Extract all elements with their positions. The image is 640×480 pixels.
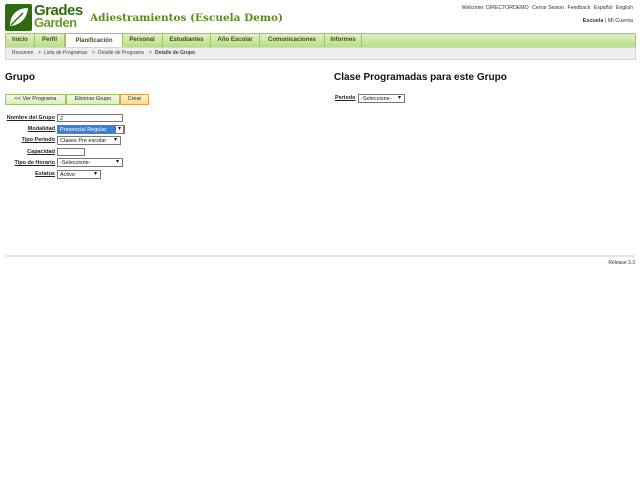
modalidad-select[interactable]: Presencial Regular ▾	[57, 125, 125, 134]
periodo-label: Periodo	[335, 95, 356, 101]
periodo-value: -Seleccione-	[361, 96, 392, 102]
logo-text-bottom: Garden	[34, 15, 77, 30]
chevron-down-icon: ▾	[92, 171, 99, 178]
logout-link[interactable]: Cerrar Sesion	[532, 5, 564, 11]
chevron-down-icon: ▾	[114, 159, 121, 166]
main-nav: Inicio Perfil Planificación Personal Est…	[5, 33, 636, 49]
classes-title: Clase Programadas para este Grupo	[334, 72, 507, 83]
tipo-periodo-label: Tipo Periodo	[21, 137, 55, 143]
back-to-program-button[interactable]: << Ver Programa	[5, 94, 66, 105]
chevron-down-icon: ▾	[396, 95, 403, 102]
grades-garden-logo[interactable]: Grades Garden	[5, 3, 83, 31]
footer-divider	[5, 255, 635, 257]
english-link[interactable]: English	[616, 5, 633, 11]
school-links: Escuela | Mi Cuenta	[583, 18, 633, 24]
tipo-periodo-value: Clases Pre escolar	[60, 138, 107, 144]
delete-group-button[interactable]: Eliminar Grupo	[66, 94, 120, 105]
feedback-link[interactable]: Feedback	[568, 5, 591, 11]
tab-personal[interactable]: Personal	[122, 34, 163, 47]
school-separator: |	[604, 18, 607, 24]
breadcrumb-separator: >	[92, 50, 95, 56]
my-account-link[interactable]: Mi Cuenta	[608, 18, 633, 24]
estatus-value: Activo	[60, 172, 75, 178]
release-text: Release 3.3	[608, 260, 635, 266]
estatus-select[interactable]: Activo ▾	[57, 170, 101, 179]
chevron-down-icon: ▾	[112, 137, 119, 144]
estatus-label: Estatus	[35, 171, 55, 177]
breadcrumb-resumen[interactable]: Resumen	[12, 48, 33, 59]
top-links: Welcome: DIRECTORDEMO Cerrar Sesion Feed…	[460, 5, 633, 11]
periodo-select[interactable]: -Seleccione- ▾	[358, 94, 405, 103]
tab-ano-escolar[interactable]: Año Escolar	[211, 34, 260, 47]
welcome-text: Welcome: DIRECTORDEMO	[461, 5, 529, 11]
breadcrumb: Resumen > Lista de Programas > Detalle d…	[5, 47, 636, 60]
nombre-label: Nombre del Grupo	[6, 115, 55, 121]
tab-informes[interactable]: Informes	[325, 34, 362, 47]
modalidad-value: Presencial Regular	[60, 127, 107, 133]
capacidad-input[interactable]	[57, 148, 85, 156]
school-link[interactable]: Escuela	[583, 18, 604, 24]
tipo-horario-label: Tipo de Horario	[14, 160, 55, 166]
tab-estudiantes[interactable]: Estudiantes	[163, 34, 211, 47]
breadcrumb-detalle-programa[interactable]: Detalle de Programa	[98, 48, 144, 59]
breadcrumb-separator: >	[38, 50, 41, 56]
capacidad-label: Capacidad	[27, 149, 55, 155]
tipo-horario-select[interactable]: -Seleccione- ▾	[57, 158, 123, 167]
site-title: Adiestramientos (Escuela Demo)	[90, 12, 283, 24]
nombre-input[interactable]: 2	[57, 114, 123, 122]
create-button[interactable]: Crear	[120, 94, 149, 105]
modalidad-label: Modalidad	[27, 126, 55, 132]
app-header: Grades Garden Adiestramientos (Escuela D…	[0, 0, 640, 34]
tipo-periodo-select[interactable]: Clases Pre escolar ▾	[57, 136, 121, 145]
chevron-down-icon: ▾	[116, 126, 123, 133]
breadcrumb-detalle-grupo: Detalle de Grupo	[155, 50, 196, 56]
breadcrumb-separator: >	[149, 50, 152, 56]
leaf-logo-icon	[5, 4, 32, 31]
tab-perfil[interactable]: Perfil	[35, 34, 65, 47]
spanish-link[interactable]: Español	[594, 5, 613, 11]
page-title: Grupo	[5, 72, 35, 83]
tipo-horario-value: -Seleccione-	[60, 160, 91, 166]
breadcrumb-lista-programas[interactable]: Lista de Programas	[44, 48, 87, 59]
tab-comunicaciones[interactable]: Comunicaciones	[260, 34, 325, 47]
tab-inicio[interactable]: Inicio	[6, 34, 35, 47]
